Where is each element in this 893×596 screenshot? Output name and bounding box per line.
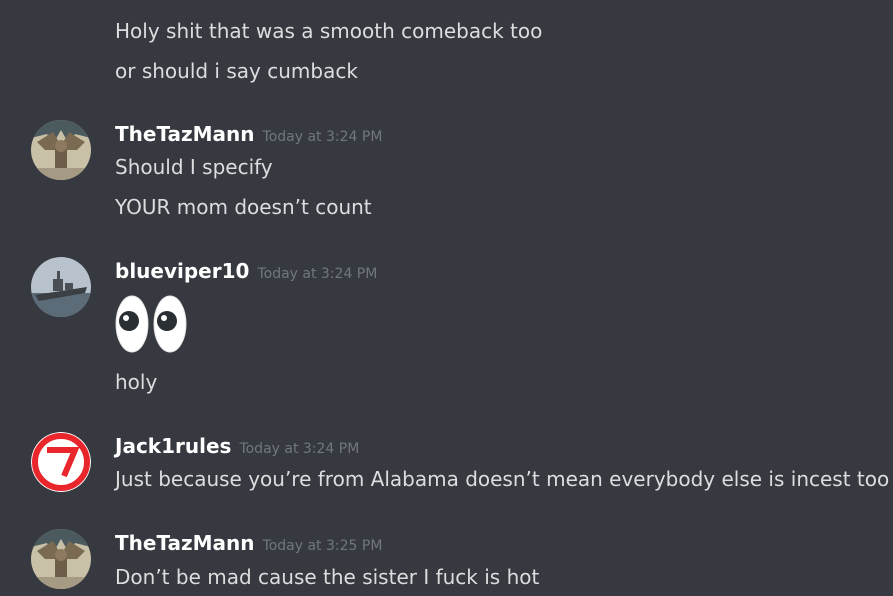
message-header: TheTazMann Today at 3:24 PM (115, 121, 382, 147)
username[interactable]: Jack1rules (115, 434, 231, 458)
username[interactable]: TheTazMann (115, 122, 255, 146)
message-header: TheTazMann Today at 3:25 PM (115, 530, 382, 556)
gargoyle-statue-avatar[interactable] (31, 120, 91, 180)
message-header: blueviper10 Today at 3:24 PM (115, 258, 377, 284)
username[interactable]: TheTazMann (115, 531, 255, 555)
message-line: Just because you’re from Alabama doesn’t… (115, 467, 890, 491)
message-line: Should I specify (115, 155, 273, 179)
message-line: YOUR mom doesn’t count (115, 195, 372, 219)
red-circle-logo-avatar[interactable] (31, 432, 91, 492)
timestamp: Today at 3:24 PM (262, 129, 383, 145)
timestamp: Today at 3:24 PM (239, 441, 360, 457)
timestamp: Today at 3:24 PM (257, 266, 378, 282)
chat-message-list: Holy shit that was a smooth comeback too… (0, 0, 893, 596)
gargoyle-statue-avatar[interactable] (31, 529, 91, 589)
message-line: Holy shit that was a smooth comeback too (115, 19, 543, 43)
eyes-emoji[interactable] (115, 295, 189, 353)
battleship-avatar[interactable] (31, 257, 91, 317)
message-line: or should i say cumback (115, 59, 358, 83)
username[interactable]: blueviper10 (115, 259, 249, 283)
message-line: Don’t be mad cause the sister I fuck is … (115, 565, 540, 589)
cut-off-timestamp (115, 0, 255, 4)
timestamp: Today at 3:25 PM (262, 538, 383, 554)
message-line: holy (115, 370, 158, 394)
message-header: Jack1rules Today at 3:24 PM (115, 433, 359, 459)
